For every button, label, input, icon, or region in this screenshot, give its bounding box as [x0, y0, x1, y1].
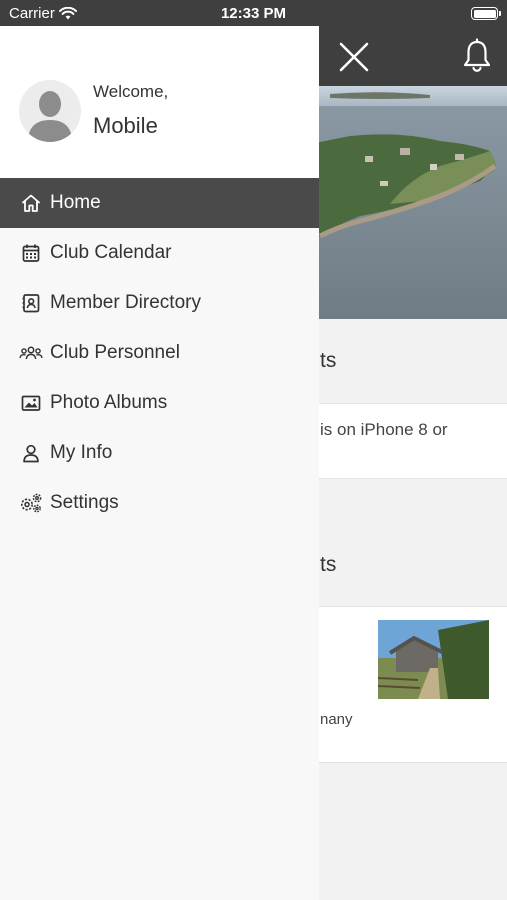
menu-item-my-info[interactable]: My Info — [0, 428, 319, 478]
menu-item-settings[interactable]: Settings — [0, 478, 319, 528]
home-icon — [19, 191, 43, 215]
clock: 12:33 PM — [220, 5, 287, 22]
gears-icon — [19, 491, 43, 515]
menu-item-member-directory[interactable]: Member Directory — [0, 278, 319, 328]
drawer-menu: Home Club Calendar Member Directory Club… — [0, 178, 319, 528]
image-icon — [19, 391, 43, 415]
menu-item-club-personnel[interactable]: Club Personnel — [0, 328, 319, 378]
calendar-icon — [19, 241, 43, 265]
menu-item-photo-albums[interactable]: Photo Albums — [0, 378, 319, 428]
menu-item-home[interactable]: Home — [0, 178, 319, 228]
battery-icon — [471, 7, 501, 20]
menu-label: Photo Albums — [50, 392, 168, 413]
menu-item-club-calendar[interactable]: Club Calendar — [0, 228, 319, 278]
menu-label: Member Directory — [50, 292, 201, 313]
group-icon — [19, 341, 43, 365]
user-name: Mobile — [93, 113, 158, 138]
status-bar: Carrier 12:33 PM — [0, 0, 507, 26]
avatar[interactable] — [19, 80, 81, 142]
welcome-label: Welcome, — [93, 82, 169, 101]
menu-label: Club Personnel — [50, 342, 180, 363]
person-icon — [19, 441, 43, 465]
profile-header: Welcome, Mobile — [0, 26, 319, 178]
contacts-icon — [19, 291, 43, 315]
navigation-drawer: Welcome, Mobile Home Club Calendar Membe… — [0, 26, 319, 900]
menu-label: My Info — [50, 442, 113, 463]
menu-label: Settings — [50, 492, 119, 513]
menu-label: Club Calendar — [50, 242, 172, 263]
menu-label: Home — [50, 192, 101, 213]
